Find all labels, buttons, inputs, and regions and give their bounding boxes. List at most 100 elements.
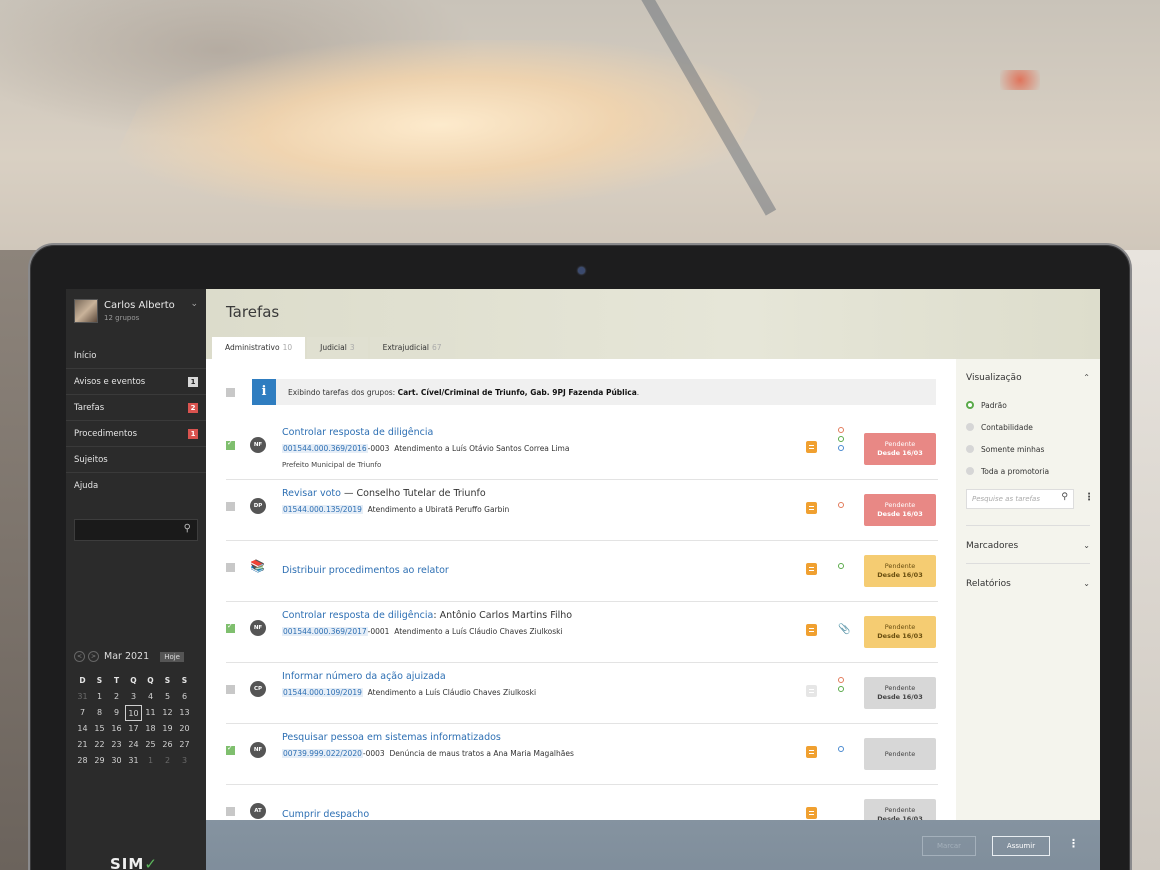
- calendar-day[interactable]: 16: [108, 721, 125, 737]
- sidebar-search-input[interactable]: ⚲: [74, 519, 198, 541]
- status-badge[interactable]: Pendente: [864, 738, 936, 770]
- option-somente-minhas[interactable]: Somente minhas: [966, 443, 1090, 465]
- search-icon[interactable]: ⚲: [1061, 492, 1068, 502]
- task-search-input[interactable]: Pesquise as tarefas ⚲: [966, 489, 1074, 509]
- procedure-number[interactable]: 001544.000.369/2017: [282, 627, 368, 636]
- sidebar-item-sujeitos[interactable]: Sujeitos: [66, 447, 206, 473]
- calendar-day[interactable]: 11: [142, 705, 159, 721]
- calendar-day[interactable]: 1: [142, 753, 159, 769]
- chevron-up-icon[interactable]: ⌃: [1083, 373, 1090, 382]
- radio[interactable]: [966, 445, 974, 453]
- calendar-day[interactable]: 7: [74, 705, 91, 721]
- task-title[interactable]: Revisar voto — Conselho Tutelar de Triun…: [282, 488, 486, 499]
- status-badge[interactable]: Pendente Desde 16/03: [864, 433, 936, 465]
- procedure-number[interactable]: 001544.000.369/2016: [282, 444, 368, 453]
- marcar-button[interactable]: Marcar: [922, 836, 976, 856]
- radio[interactable]: [966, 423, 974, 431]
- calendar-day[interactable]: 17: [125, 721, 142, 737]
- task-checkbox[interactable]: [226, 439, 235, 450]
- note-icon[interactable]: [806, 624, 817, 636]
- paperclip-icon[interactable]: 📎: [838, 624, 850, 635]
- note-icon[interactable]: [806, 563, 817, 575]
- task-checkbox[interactable]: [226, 744, 235, 755]
- note-icon[interactable]: [806, 746, 817, 758]
- calendar-day[interactable]: 5: [159, 689, 176, 705]
- calendar-day[interactable]: 25: [142, 737, 159, 753]
- task-checkbox[interactable]: [226, 685, 235, 694]
- note-icon[interactable]: [806, 441, 817, 453]
- radio[interactable]: [966, 467, 974, 475]
- task-row[interactable]: NF Controlar resposta de diligência 001544…: [226, 419, 938, 480]
- task-checkbox[interactable]: [226, 622, 235, 633]
- status-badge[interactable]: Pendente Desde 16/03: [864, 677, 936, 709]
- calendar-day[interactable]: 31: [74, 689, 91, 705]
- procedure-number[interactable]: 00739.999.022/2020: [282, 749, 363, 758]
- sidebar-item-tarefas[interactable]: Tarefas 2: [66, 395, 206, 421]
- task-title[interactable]: Pesquisar pessoa em sistemas informatiza…: [282, 732, 501, 743]
- more-options-icon[interactable]: ⋮: [1084, 492, 1094, 503]
- tab-judicial[interactable]: Judicial 3: [307, 337, 368, 359]
- calendar-day[interactable]: 26: [159, 737, 176, 753]
- search-icon[interactable]: ⚲: [184, 523, 191, 534]
- task-row[interactable]: NF Pesquisar pessoa em sistemas informati…: [226, 724, 938, 785]
- task-title[interactable]: Controlar resposta de diligência: Antôni…: [282, 610, 572, 621]
- calendar-day[interactable]: 15: [91, 721, 108, 737]
- marcadores-section[interactable]: Marcadores ⌄: [966, 541, 1090, 551]
- calendar-day[interactable]: 27: [176, 737, 193, 753]
- task-title[interactable]: Controlar resposta de diligência: [282, 427, 433, 438]
- chevron-down-icon[interactable]: ⌄: [1083, 541, 1090, 550]
- sidebar-item-ajuda[interactable]: Ajuda: [66, 473, 206, 499]
- calendar-day[interactable]: 30: [108, 753, 125, 769]
- tab-extrajudicial[interactable]: Extrajudicial 67: [369, 337, 455, 359]
- task-title[interactable]: Distribuir procedimentos ao relator: [282, 565, 449, 576]
- calendar-day[interactable]: 4: [142, 689, 159, 705]
- prev-month-icon[interactable]: <: [74, 651, 85, 662]
- option-toda-promotoria[interactable]: Toda a promotoria: [966, 465, 1090, 487]
- procedure-number[interactable]: 01544.000.109/2019: [282, 688, 363, 697]
- note-icon[interactable]: [806, 807, 817, 819]
- user-menu[interactable]: Carlos Alberto 12 grupos ⌄: [74, 297, 198, 327]
- calendar-day[interactable]: 9: [108, 705, 125, 721]
- option-contabilidade[interactable]: Contabilidade: [966, 421, 1090, 443]
- calendar-day[interactable]: 24: [125, 737, 142, 753]
- calendar-day[interactable]: 10: [125, 705, 142, 721]
- select-all-checkbox[interactable]: [226, 388, 235, 397]
- calendar-day[interactable]: 28: [74, 753, 91, 769]
- option-padrao[interactable]: Padrão: [966, 399, 1090, 421]
- visualizacao-section[interactable]: Visualização ⌃: [966, 373, 1090, 383]
- calendar-day[interactable]: 8: [91, 705, 108, 721]
- calendar-day[interactable]: 21: [74, 737, 91, 753]
- calendar-day[interactable]: 19: [159, 721, 176, 737]
- task-checkbox[interactable]: [226, 563, 235, 572]
- task-title[interactable]: Cumprir despacho: [282, 809, 369, 820]
- note-icon[interactable]: [806, 685, 817, 697]
- sidebar-item-inicio[interactable]: Início: [66, 343, 206, 369]
- calendar-day[interactable]: 22: [91, 737, 108, 753]
- note-icon[interactable]: [806, 502, 817, 514]
- more-options-icon[interactable]: ⋮: [1068, 837, 1079, 850]
- calendar-day[interactable]: 29: [91, 753, 108, 769]
- calendar-day[interactable]: 18: [142, 721, 159, 737]
- calendar-day[interactable]: 12: [159, 705, 176, 721]
- task-checkbox[interactable]: [226, 502, 235, 511]
- assumir-button[interactable]: Assumir: [992, 836, 1050, 856]
- task-row[interactable]: CP Informar número da ação ajuizada 01544.…: [226, 663, 938, 724]
- sidebar-item-procedimentos[interactable]: Procedimentos 1: [66, 421, 206, 447]
- radio-selected[interactable]: [966, 401, 974, 409]
- calendar-day[interactable]: 2: [108, 689, 125, 705]
- calendar-day[interactable]: 31: [125, 753, 142, 769]
- task-row[interactable]: NF Controlar resposta de diligência: Antô…: [226, 602, 938, 663]
- calendar-day[interactable]: 20: [176, 721, 193, 737]
- tab-administrativo[interactable]: Administrativo 10: [212, 337, 306, 359]
- calendar-day[interactable]: 23: [108, 737, 125, 753]
- task-row[interactable]: 📚 Distribuir procedimentos ao relator Pend…: [226, 541, 938, 602]
- calendar-day[interactable]: 6: [176, 689, 193, 705]
- chevron-down-icon[interactable]: ⌄: [1083, 579, 1090, 588]
- status-badge[interactable]: Pendente Desde 16/03: [864, 616, 936, 648]
- calendar-day[interactable]: 13: [176, 705, 193, 721]
- calendar-day[interactable]: 2: [159, 753, 176, 769]
- calendar-day[interactable]: 1: [91, 689, 108, 705]
- chevron-down-icon[interactable]: ⌄: [190, 299, 198, 309]
- procedure-number[interactable]: 01544.000.135/2019: [282, 505, 363, 514]
- task-title[interactable]: Informar número da ação ajuizada: [282, 671, 446, 682]
